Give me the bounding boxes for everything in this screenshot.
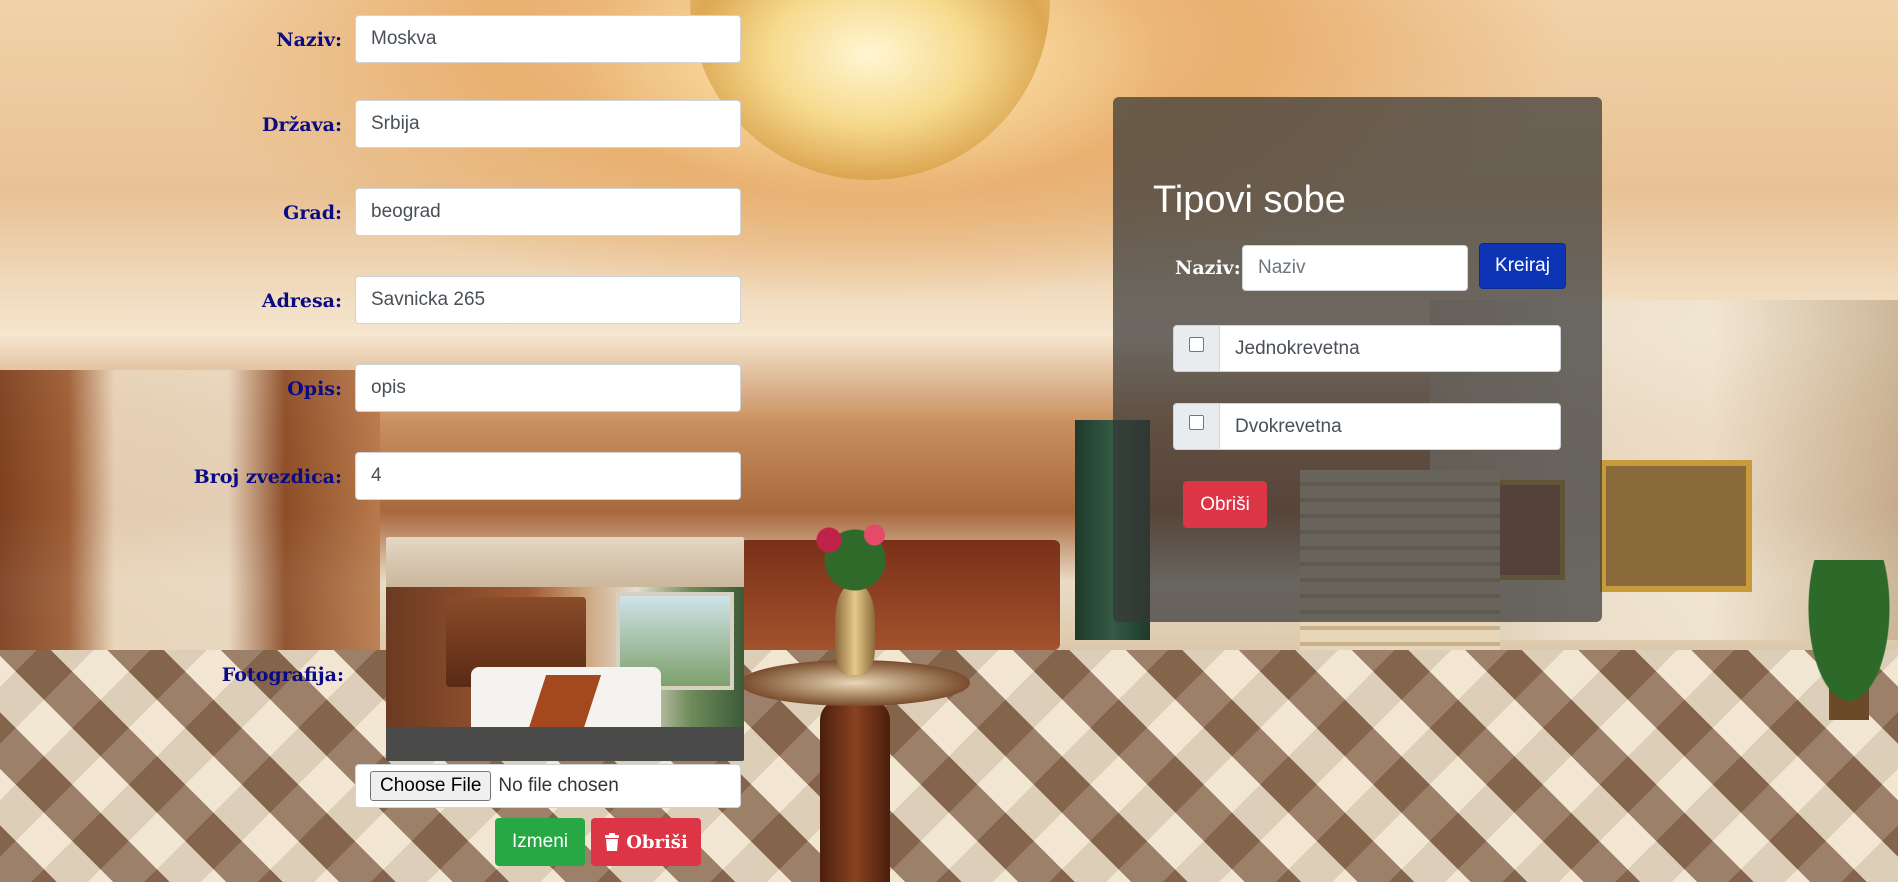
file-status-text: No file chosen	[498, 775, 619, 796]
delete-hotel-label: Obriši	[626, 831, 688, 853]
broj-zvezdica-input[interactable]: 4	[355, 452, 741, 500]
trash-icon	[605, 833, 620, 851]
delete-hotel-button[interactable]: Obriši	[591, 818, 701, 866]
room-type-naziv-label: Naziv:	[1175, 257, 1241, 279]
room-type-item: Dvokrevetna	[1173, 403, 1561, 450]
flower-bouquet	[790, 500, 920, 600]
opis-input[interactable]: opis	[355, 364, 741, 412]
hotel-room-photo	[386, 537, 744, 761]
wall-painting	[1600, 460, 1752, 592]
reception-desk	[740, 540, 1060, 650]
table-leg	[820, 700, 890, 882]
choose-file-button[interactable]: Choose File	[370, 771, 492, 801]
room-type-item: Jednokrevetna	[1173, 325, 1561, 372]
naziv-row: Naziv: Moskva	[0, 15, 745, 63]
naziv-input[interactable]: Moskva	[355, 15, 741, 63]
naziv-label: Naziv:	[276, 29, 342, 51]
kreiraj-button[interactable]: Kreiraj	[1479, 243, 1566, 289]
broj-zvezdica-row: Broj zvezdica: 4	[0, 452, 745, 500]
adresa-label: Adresa:	[261, 290, 342, 312]
grad-input[interactable]: beograd	[355, 188, 741, 236]
photo-file-input[interactable]: Choose File No file chosen	[355, 764, 741, 808]
grad-row: Grad: beograd	[0, 188, 745, 236]
vase	[835, 585, 875, 675]
room-type-name: Jednokrevetna	[1220, 325, 1561, 372]
room-type-checkbox[interactable]	[1189, 415, 1204, 430]
room-types-title: Tipovi sobe	[1153, 179, 1346, 221]
room-types-panel: Tipovi sobe Naziv: Naziv Kreiraj Jednokr…	[1113, 97, 1602, 622]
room-type-name: Dvokrevetna	[1220, 403, 1561, 450]
drzava-input[interactable]: Srbija	[355, 100, 741, 148]
broj-zvezdica-label: Broj zvezdica:	[193, 466, 342, 488]
grad-label: Grad:	[283, 202, 342, 224]
adresa-row: Adresa: Savnicka 265	[0, 276, 745, 324]
room-type-checkbox-wrap[interactable]	[1173, 403, 1220, 450]
drzava-row: Država: Srbija	[0, 100, 745, 148]
round-table	[740, 660, 970, 706]
drzava-label: Država:	[262, 114, 342, 136]
izmeni-button[interactable]: Izmeni	[495, 818, 585, 866]
fotografija-label: Fotografija:	[221, 664, 344, 686]
adresa-input[interactable]: Savnicka 265	[355, 276, 741, 324]
left-wall	[0, 370, 380, 670]
room-type-checkbox[interactable]	[1189, 337, 1204, 352]
room-type-checkbox-wrap[interactable]	[1173, 325, 1220, 372]
room-type-naziv-input[interactable]: Naziv	[1242, 245, 1468, 291]
potted-plant	[1800, 560, 1898, 720]
delete-room-types-button[interactable]: Obriši	[1183, 481, 1267, 528]
opis-row: Opis: opis	[0, 364, 745, 412]
opis-label: Opis:	[287, 378, 342, 400]
